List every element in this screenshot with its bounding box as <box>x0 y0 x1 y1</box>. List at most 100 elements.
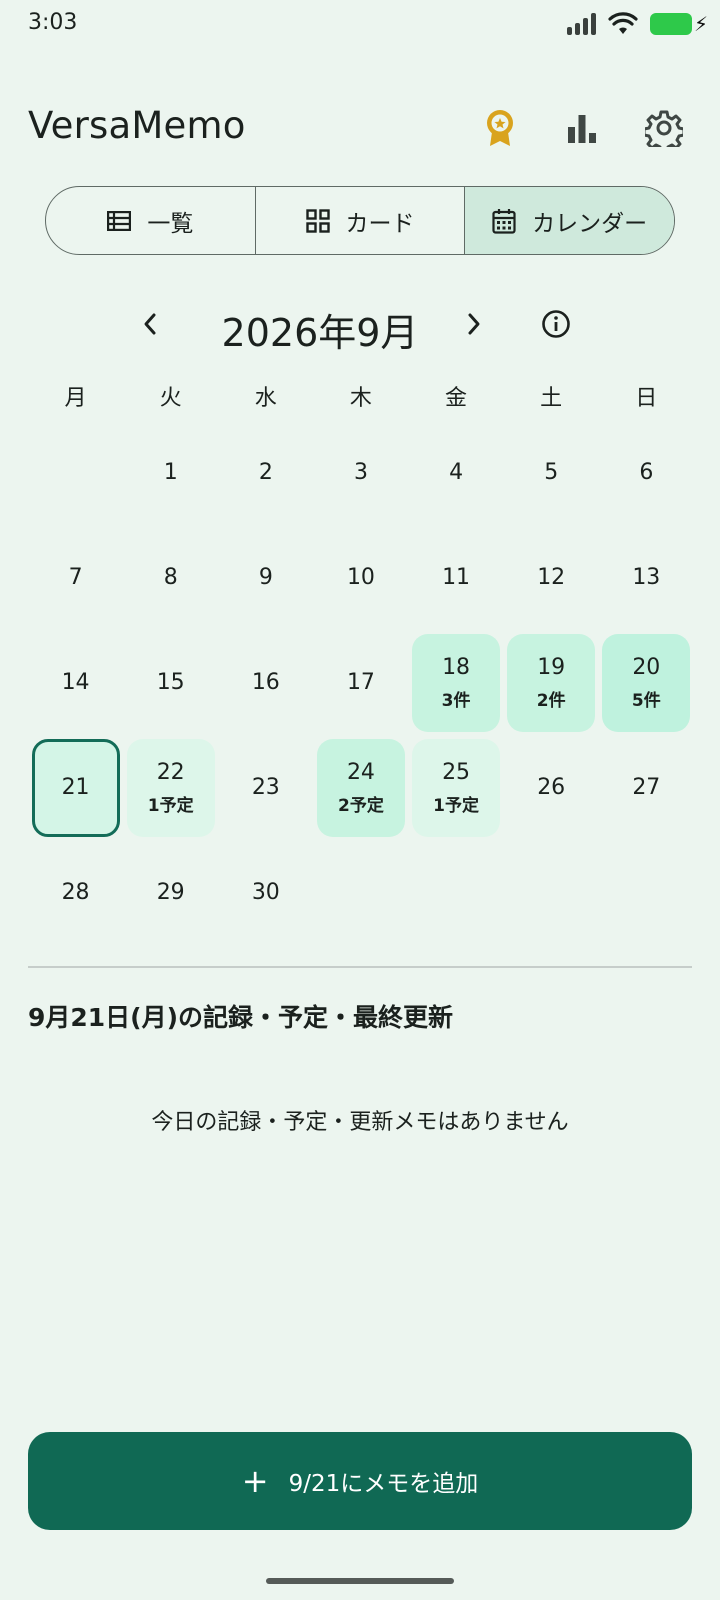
day-number: 29 <box>156 880 185 905</box>
day-number: 7 <box>68 565 83 590</box>
calendar-day-27[interactable]: 27 <box>599 735 694 840</box>
day-number: 1 <box>163 460 178 485</box>
day-cell: 28 <box>32 844 120 942</box>
day-cell: 10 <box>317 529 405 627</box>
day-cell: 2 <box>222 424 310 522</box>
empty-state-message: 今日の記録・予定・更新メモはありません <box>151 1110 569 1135</box>
day-cell: 12 <box>507 529 595 627</box>
day-number: 30 <box>251 880 280 905</box>
calendar-week: 28 29 30 <box>28 840 694 945</box>
day-cell: 1 <box>127 424 215 522</box>
weekday-header: 月火水木金土日 <box>28 380 694 412</box>
weekday-label: 日 <box>635 386 658 411</box>
calendar-day-5[interactable]: 5 <box>504 420 599 525</box>
calendar-day-26[interactable]: 26 <box>504 735 599 840</box>
bar-chart-icon[interactable] <box>560 106 604 150</box>
day-cell: 13 <box>602 529 690 627</box>
app-title: VersaMemo <box>28 104 246 147</box>
next-month-button[interactable] <box>452 300 496 348</box>
calendar-day-16[interactable]: 16 <box>218 630 313 735</box>
day-number: 9 <box>258 565 273 590</box>
calendar-day-13[interactable]: 13 <box>599 525 694 630</box>
day-cell: 26 <box>507 739 595 837</box>
calendar-day-12[interactable]: 12 <box>504 525 599 630</box>
day-cell: 23 <box>222 739 310 837</box>
calendar-day-24[interactable]: 24 2予定 <box>313 735 408 840</box>
day-cell: 3 <box>317 424 405 522</box>
battery-icon: ⚡ <box>650 12 708 36</box>
calendar-day-17[interactable]: 17 <box>313 630 408 735</box>
day-cell: 25 1予定 <box>412 738 501 837</box>
view-mode-segmented: 一覧 カード カレンダー <box>45 186 675 255</box>
tab-card-label: カード <box>345 210 415 237</box>
add-memo-label: 9/21にメモを追加 <box>288 1471 479 1497</box>
calendar-week: 1 2 3 4 5 6 <box>28 420 694 525</box>
day-cell: 30 <box>222 844 310 942</box>
calendar-day-10[interactable]: 10 <box>313 525 408 630</box>
calendar-day-28[interactable]: 28 <box>28 840 123 945</box>
day-number: 25 <box>442 759 471 785</box>
home-indicator[interactable] <box>266 1578 454 1584</box>
calendar-day-14[interactable]: 14 <box>28 630 123 735</box>
calendar-day-21[interactable]: 21 <box>28 735 123 840</box>
calendar-day-4[interactable]: 4 <box>409 420 504 525</box>
calendar-day-1[interactable]: 1 <box>123 420 218 525</box>
gear-icon[interactable] <box>642 106 686 150</box>
status-time: 3:03 <box>28 10 78 35</box>
calendar-day-3[interactable]: 3 <box>313 420 408 525</box>
empty-day <box>504 840 599 945</box>
day-cell: 24 2予定 <box>316 738 405 837</box>
day-number: 5 <box>544 460 559 485</box>
calendar-day-29[interactable]: 29 <box>123 840 218 945</box>
day-number: 4 <box>449 460 464 485</box>
award-icon[interactable] <box>478 106 522 150</box>
day-cell: 15 <box>127 634 215 732</box>
info-button[interactable] <box>534 300 578 348</box>
weekday-label: 水 <box>254 386 277 411</box>
day-number: 6 <box>639 460 654 485</box>
calendar-day-18[interactable]: 18 3件 <box>409 630 504 735</box>
day-number: 10 <box>346 565 375 590</box>
day-number: 26 <box>537 775 566 800</box>
day-cell: 9 <box>222 529 310 627</box>
signal-icon <box>567 13 596 35</box>
calendar-day-2[interactable]: 2 <box>218 420 313 525</box>
plus-icon: + <box>241 1462 269 1500</box>
day-number: 14 <box>61 670 90 695</box>
divider <box>28 966 692 968</box>
day-number: 20 <box>632 654 661 680</box>
charging-bolt-icon: ⚡ <box>693 12 708 36</box>
tab-list[interactable]: 一覧 <box>46 187 255 254</box>
wifi-icon <box>608 12 638 34</box>
calendar-day-11[interactable]: 11 <box>409 525 504 630</box>
list-icon <box>107 210 132 231</box>
day-cell: 19 2件 <box>507 633 596 732</box>
selected-date-title: 9月21日(月)の記録・予定・最終更新 <box>28 1003 454 1032</box>
tab-card[interactable]: カード <box>254 187 465 254</box>
calendar-day-23[interactable]: 23 <box>218 735 313 840</box>
calendar-day-19[interactable]: 19 2件 <box>504 630 599 735</box>
calendar-day-9[interactable]: 9 <box>218 525 313 630</box>
calendar-day-7[interactable]: 7 <box>28 525 123 630</box>
month-navigation: 2026年9月 <box>0 300 720 355</box>
calendar-day-25[interactable]: 25 1予定 <box>409 735 504 840</box>
weekday-label: 木 <box>349 386 372 411</box>
empty-day <box>599 840 694 945</box>
add-memo-button[interactable]: + 9/21にメモを追加 <box>28 1432 692 1530</box>
day-count-badge: 2予定 <box>338 795 384 816</box>
day-number: 2 <box>258 460 273 485</box>
calendar-day-22[interactable]: 22 1予定 <box>123 735 218 840</box>
day-cell: 6 <box>602 424 690 522</box>
calendar-day-6[interactable]: 6 <box>599 420 694 525</box>
calendar-day-30[interactable]: 30 <box>218 840 313 945</box>
calendar-day-8[interactable]: 8 <box>123 525 218 630</box>
weekday-label: 月 <box>64 386 87 411</box>
empty-day <box>409 840 504 945</box>
day-number: 18 <box>442 654 471 680</box>
calendar-day-15[interactable]: 15 <box>123 630 218 735</box>
weekday-label: 土 <box>540 386 563 411</box>
tab-calendar[interactable]: カレンダー <box>464 187 674 254</box>
calendar-day-20[interactable]: 20 5件 <box>599 630 694 735</box>
day-number: 16 <box>251 670 280 695</box>
day-count-badge: 2件 <box>536 690 566 711</box>
